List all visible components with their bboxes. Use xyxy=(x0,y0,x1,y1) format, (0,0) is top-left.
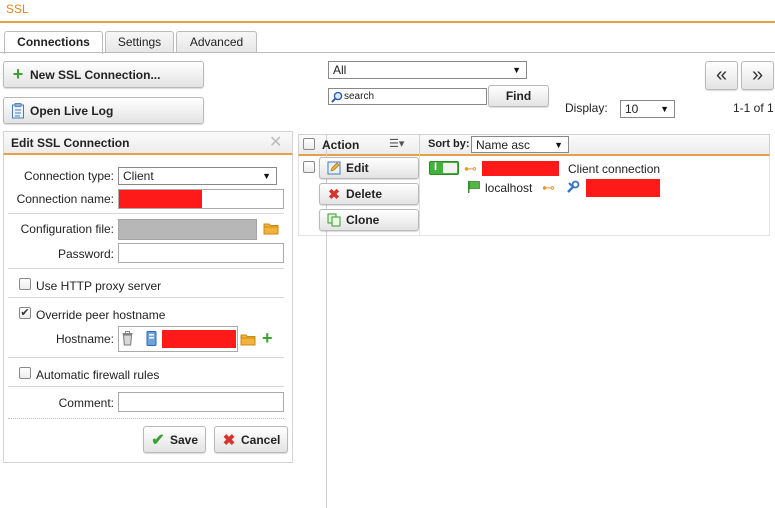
comment-label: Comment: xyxy=(58,396,114,410)
connection-type-value: Client xyxy=(123,169,154,183)
password-label: Password: xyxy=(57,247,114,261)
hostname-label: Hostname: xyxy=(55,332,114,346)
host-icon xyxy=(146,331,157,349)
clone-label: Clone xyxy=(346,213,380,227)
add-hostname-icon[interactable]: + xyxy=(262,328,273,349)
page-title: SSL xyxy=(6,2,29,16)
clone-icon xyxy=(326,212,342,228)
folder-icon[interactable] xyxy=(240,333,256,349)
redacted-value xyxy=(586,179,660,197)
connection-name-label: Connection name: xyxy=(16,192,114,206)
host-flag-icon xyxy=(467,180,481,197)
find-button[interactable]: Find xyxy=(488,85,549,107)
use-http-proxy-checkbox[interactable] xyxy=(19,278,31,290)
password-input[interactable] xyxy=(118,243,284,263)
panel-header: Edit SSL Connection xyxy=(3,131,293,155)
log-icon xyxy=(10,102,26,119)
divider xyxy=(8,418,284,419)
connection-description: Client connection xyxy=(568,162,661,176)
trash-icon[interactable] xyxy=(122,331,133,349)
enable-toggle[interactable]: I xyxy=(429,161,459,175)
chevron-down-icon: ▼ xyxy=(660,104,669,114)
delete-label: Delete xyxy=(346,187,383,201)
folder-icon[interactable] xyxy=(263,222,279,238)
key-icon: ⊷ xyxy=(542,180,555,195)
close-icon[interactable]: ✕ xyxy=(269,134,282,152)
open-live-log-button[interactable]: Open Live Log xyxy=(3,97,204,124)
edit-label: Edit xyxy=(346,161,369,175)
search-input[interactable]: search xyxy=(328,88,487,105)
host-name: localhost xyxy=(485,181,533,195)
connection-type-label: Connection type: xyxy=(23,169,114,183)
tab-settings[interactable]: Settings xyxy=(105,31,174,53)
display-count-value: 10 xyxy=(625,102,639,116)
new-ssl-connection-button[interactable]: + New SSL Connection... xyxy=(3,61,204,88)
chevron-down-icon: ▼ xyxy=(512,65,521,75)
redacted-value xyxy=(162,330,236,348)
x-icon: ✖ xyxy=(222,431,236,449)
toggle-label: I xyxy=(434,161,438,173)
divider xyxy=(8,386,284,387)
cancel-button[interactable]: ✖ Cancel xyxy=(214,426,288,453)
key-icon: ⊷ xyxy=(464,161,477,176)
prev-page-button[interactable]: « xyxy=(705,61,738,90)
sort-select-value: Name asc xyxy=(476,137,531,152)
chevron-down-icon: ▼ xyxy=(262,171,271,181)
sort-select[interactable]: Name asc ▼ xyxy=(471,136,569,153)
configuration-file-label: Configuration file: xyxy=(20,222,114,236)
display-count-select[interactable]: 10 ▼ xyxy=(620,100,675,118)
x-icon: ✖ xyxy=(328,185,340,202)
search-placeholder: search xyxy=(344,91,375,102)
sort-by-label: Sort by: xyxy=(428,138,470,150)
select-all-checkbox[interactable] xyxy=(303,138,315,150)
title-divider xyxy=(0,21,775,23)
tab-connections[interactable]: Connections xyxy=(4,31,103,54)
divider xyxy=(8,357,284,358)
panel-title: Edit SSL Connection xyxy=(11,136,130,150)
column-menu-icon[interactable]: ☰▾ xyxy=(389,137,404,150)
clone-button[interactable]: Clone xyxy=(319,209,419,231)
filter-select[interactable]: All ▼ xyxy=(328,61,527,79)
row-checkbox[interactable] xyxy=(303,161,315,173)
comment-input[interactable] xyxy=(118,392,284,412)
divider xyxy=(8,297,284,298)
delete-button[interactable]: ✖ Delete xyxy=(319,183,419,205)
automatic-firewall-rules-label: Automatic firewall rules xyxy=(36,368,160,382)
display-label: Display: xyxy=(565,101,608,115)
tools-icon xyxy=(566,180,580,197)
column-divider xyxy=(419,134,420,156)
pagination-text: 1-1 of 1 xyxy=(733,101,774,115)
divider xyxy=(8,268,284,269)
connection-type-select[interactable]: Client ▼ xyxy=(118,167,277,185)
open-live-log-label: Open Live Log xyxy=(30,103,114,118)
filter-select-value: All xyxy=(333,63,347,77)
cancel-label: Cancel xyxy=(241,432,281,447)
edit-icon xyxy=(326,160,342,176)
edit-button[interactable]: Edit xyxy=(319,157,419,179)
action-column-header: Action xyxy=(322,138,360,152)
toggle-knob xyxy=(443,163,457,173)
save-button[interactable]: ✔ Save xyxy=(143,426,206,453)
override-peer-hostname-label: Override peer hostname xyxy=(36,308,166,322)
tab-advanced[interactable]: Advanced xyxy=(176,31,257,53)
checkmark-icon: ✔ xyxy=(151,431,165,449)
redacted-value xyxy=(119,190,202,208)
table-row: Edit ✖ Delete Clone I ⊷ Client connectio… xyxy=(298,156,770,236)
tabs-divider xyxy=(0,52,775,53)
save-label: Save xyxy=(170,432,199,447)
configuration-file-field[interactable] xyxy=(118,219,257,240)
override-peer-hostname-checkbox[interactable]: ✔ xyxy=(19,307,31,319)
use-http-proxy-label: Use HTTP proxy server xyxy=(36,279,162,293)
plus-icon: + xyxy=(12,64,24,84)
chevron-down-icon: ▼ xyxy=(554,139,563,150)
next-page-button[interactable]: » xyxy=(741,61,774,90)
search-icon xyxy=(331,91,343,103)
new-ssl-connection-label: New SSL Connection... xyxy=(30,67,161,82)
automatic-firewall-rules-checkbox[interactable] xyxy=(19,367,31,379)
redacted-value xyxy=(482,161,559,176)
divider xyxy=(8,213,284,214)
